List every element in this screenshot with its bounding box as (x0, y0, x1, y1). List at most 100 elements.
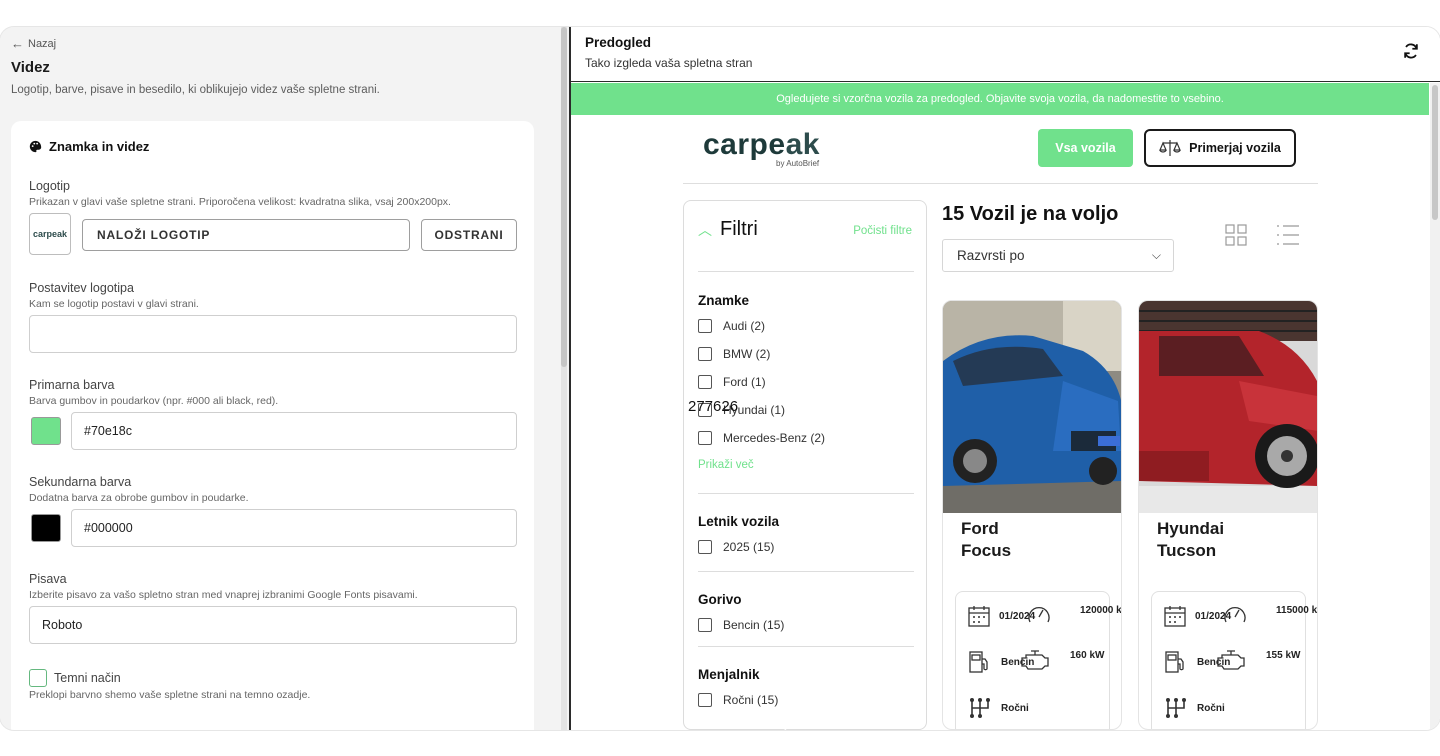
preview-scrollbar[interactable] (1430, 83, 1440, 730)
vehicle-card[interactable]: Hyundai Tucson 01/2024 115000 km Bencin (1138, 300, 1318, 730)
editor-scrollbar[interactable] (561, 27, 567, 730)
app-frame: ← Nazaj Videz Logotip, barve, pisave in … (0, 27, 1440, 730)
spec-date: 01/2024 (968, 605, 1035, 627)
filter-label: BMW (2) (723, 347, 771, 361)
mouse-pointer-icon (784, 728, 787, 730)
calendar-icon (968, 606, 990, 627)
filter-brand-ford[interactable]: Ford (1) (698, 375, 766, 389)
spec-gearbox: Ročni (968, 696, 1029, 720)
dark-mode-checkbox[interactable] (29, 669, 47, 687)
car-image (1139, 301, 1317, 513)
secondary-color-input[interactable]: #000000 (71, 509, 517, 547)
vehicle-card[interactable]: Ford Focus 01/2024 120000 km Bencin (942, 300, 1122, 730)
header-divider (683, 183, 1318, 184)
vehicle-make: Ford (961, 519, 999, 538)
dark-mode-label: Temni način (54, 671, 121, 685)
filter-gearbox-manual[interactable]: Ročni (15) (698, 693, 778, 707)
vehicle-photo (943, 301, 1121, 513)
back-link[interactable]: ← Nazaj (11, 36, 56, 51)
filter-label: Ročni (15) (723, 693, 779, 707)
preview-scrollbar-thumb[interactable] (1432, 85, 1438, 220)
filter-fuel-petrol[interactable]: Bencin (15) (698, 618, 784, 632)
section-header: Znamka in videz (29, 139, 149, 154)
font-select[interactable]: Roboto (29, 606, 517, 644)
show-more-link[interactable]: Prikaži več (698, 459, 754, 471)
divider (698, 646, 914, 647)
year-title: Letnik vozila (698, 514, 780, 529)
filter-label: Ford (1) (723, 375, 766, 389)
logo-hint: Prikazan v glavi vaše spletne strani. Pr… (29, 196, 451, 208)
remove-logo-button[interactable]: ODSTRANI (421, 219, 517, 251)
results-count-title: 15 Vozil je na voljo (942, 203, 1119, 225)
grid-view-icon[interactable] (1225, 224, 1247, 246)
brand-appearance-card: Znamka in videz Logotip Prikazan v glavi… (11, 121, 534, 730)
filters-panel: ︿ Filtri Počisti filtre Znamke Audi (2) … (683, 200, 927, 730)
divider (698, 571, 914, 572)
vehicle-specs: 01/2024 120000 km Bencin 160 kW (955, 591, 1121, 729)
filter-brand-bmw[interactable]: BMW (2) (698, 347, 770, 361)
spec-gearbox-value: Ročni (1197, 702, 1225, 714)
sort-label: Razvrsti po (957, 248, 1025, 263)
brand-by-line: by AutoBrief (776, 159, 820, 168)
preview-header: Predogled Tako izgleda vaša spletna stra… (571, 27, 1440, 82)
checkbox[interactable] (698, 618, 712, 632)
checkbox[interactable] (698, 375, 712, 389)
primary-color-swatch[interactable] (31, 417, 61, 445)
vehicle-photo (1139, 301, 1317, 513)
filter-brand-mercedes[interactable]: Mercedes-Benz (2) (698, 431, 825, 445)
refresh-icon[interactable] (1402, 42, 1420, 60)
spec-power: 155 kW (1217, 650, 1301, 670)
logo-position-select[interactable] (29, 315, 517, 353)
page-title: Videz (11, 59, 50, 76)
secondary-color-swatch[interactable] (31, 514, 61, 542)
gearbox-title: Menjalnik (698, 667, 760, 682)
dark-mode-hint: Preklopi barvno shemo vaše spletne stran… (29, 689, 311, 701)
divider (698, 271, 914, 272)
filters-header[interactable]: ︿ Filtri (698, 218, 758, 241)
engine-icon (1217, 650, 1245, 670)
vehicle-make: Hyundai (1157, 519, 1225, 538)
sort-select[interactable]: Razvrsti po ⌵ (942, 239, 1174, 272)
fuel-title: Gorivo (698, 592, 742, 607)
checkbox[interactable] (698, 319, 712, 333)
checkbox[interactable] (698, 540, 712, 554)
divider (698, 493, 914, 494)
site-preview: carpeak by AutoBrief Vsa vozila Primerja… (571, 115, 1429, 730)
compare-label: Primerjaj vozila (1189, 141, 1281, 155)
filter-brand-audi[interactable]: Audi (2) (698, 319, 765, 333)
filter-label: Mercedes-Benz (2) (723, 431, 826, 445)
brand-logo[interactable]: carpeak (703, 128, 820, 162)
car-image (943, 301, 1121, 513)
vehicle-model: Focus (961, 541, 1012, 560)
spec-date: 01/2024 (1164, 605, 1231, 627)
filters-title: Filtri (720, 218, 758, 240)
logo-thumb-text: carpeak (32, 229, 68, 239)
spec-power-value: 155 kW (1266, 650, 1301, 661)
speedometer-icon (1028, 606, 1050, 623)
brands-title: Znamke (698, 293, 750, 308)
clear-filters-link[interactable]: Počisti filtre (853, 225, 912, 237)
sample-banner: Ogledujete si vzorčna vozila za predogle… (571, 83, 1429, 115)
secondary-color-label: Sekundarna barva (29, 475, 132, 489)
vehicle-name: Ford Focus (961, 518, 1011, 562)
preview-subtitle: Tako izgleda vaša spletna stran (585, 56, 753, 70)
checkbox[interactable] (698, 431, 712, 445)
primary-color-hint: Barva gumbov in poudarkov (npr. #000 ali… (29, 395, 279, 407)
checkbox[interactable] (698, 347, 712, 361)
primary-color-label: Primarna barva (29, 378, 115, 392)
section-title: Znamka in videz (49, 139, 150, 154)
spec-mileage: 120000 km (1028, 605, 1121, 623)
filter-label: Audi (2) (723, 319, 766, 333)
brand-name-part2: ak (785, 128, 820, 161)
all-vehicles-button[interactable]: Vsa vozila (1038, 129, 1133, 167)
editor-scrollbar-thumb[interactable] (561, 27, 567, 367)
spec-gearbox: Ročni (1164, 696, 1225, 720)
primary-color-input[interactable]: #70e18c (71, 412, 517, 450)
upload-logo-button[interactable]: NALOŽI LOGOTIP (82, 219, 410, 251)
filter-year-2025[interactable]: 2025 (15) (698, 540, 774, 554)
checkbox[interactable] (698, 693, 712, 707)
list-view-icon[interactable] (1276, 224, 1300, 246)
compare-vehicles-button[interactable]: Primerjaj vozila (1144, 129, 1296, 167)
spec-gearbox-value: Ročni (1001, 702, 1029, 714)
page-subtitle: Logotip, barve, pisave in besedilo, ki o… (11, 84, 380, 96)
